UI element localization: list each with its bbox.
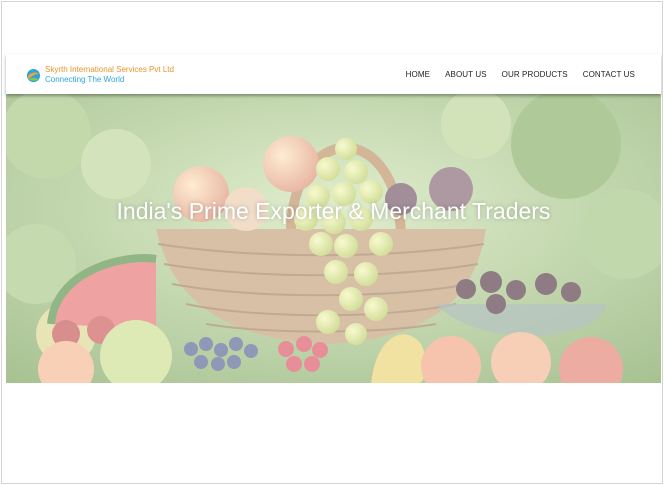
hero-title: India's Prime Exporter & Merchant Trader… [116,198,551,224]
main-nav: HOME ABOUT US OUR PRODUCTS CONTACT US [391,54,635,94]
brand-name: Skyrth International Services Pvt Ltd [45,65,174,74]
nav-home-link[interactable]: HOME [406,70,430,79]
globe-logo-icon [26,68,41,82]
nav-contact-us-link[interactable]: CONTACT US [583,70,635,79]
fruit-basket-photo [6,94,661,383]
nav-our-products-link[interactable]: OUR PRODUCTS [502,70,568,79]
brand-tagline: Connecting The World [45,75,125,84]
page-frame: Skyrth International Services Pvt Ltd Co… [1,1,663,484]
site-header: Skyrth International Services Pvt Ltd Co… [6,54,661,94]
brand-logo[interactable]: Skyrth International Services Pvt Ltd Co… [26,63,174,87]
brand-text: Skyrth International Services Pvt Ltd Co… [45,65,174,85]
nav-about-us-link[interactable]: ABOUT US [445,70,487,79]
hero-banner: India's Prime Exporter & Merchant Trader… [6,94,661,383]
